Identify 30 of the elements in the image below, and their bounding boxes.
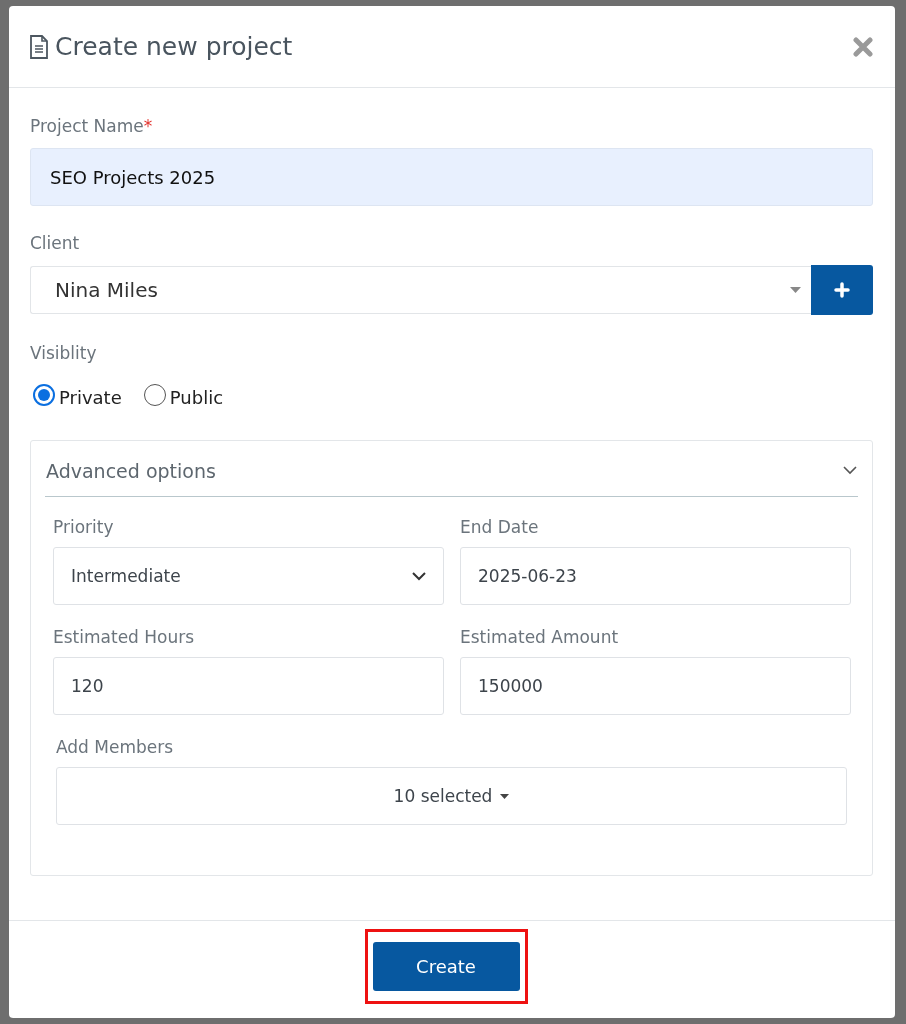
add-client-button[interactable] [811,265,873,315]
input-field[interactable]: 150000 [460,657,851,715]
field-label: Visiblity [30,343,98,363]
input-field[interactable]: 2025-06-23 [460,547,851,605]
field-label: Estimated Hours [53,627,196,647]
advanced-options-toggle[interactable]: Advanced options [46,459,843,482]
field-label: Estimated Amount [460,627,620,647]
field-label: Priority [53,517,115,537]
priority-select[interactable]: Intermediate [53,547,444,605]
close-icon[interactable] [853,36,873,57]
chevron-icon[interactable] [843,466,857,475]
radio-button[interactable] [33,383,55,406]
radio-label[interactable]: Public [169,387,224,408]
dialog-title: Create new project [55,32,294,61]
field-label: Add Members [56,737,175,757]
field-label: Project Name* [30,116,154,136]
radio-label[interactable]: Private [59,387,122,408]
project-name-input[interactable]: SEO Projects 2025 [30,148,873,206]
members-dropdown[interactable]: 10 selected [56,767,847,825]
chevron-down-icon [412,571,426,581]
caret-down-icon [790,287,801,293]
create-button[interactable]: Create [372,942,520,991]
client-select[interactable]: Nina Miles [30,266,811,314]
caret-down-icon [500,793,510,799]
radio-button[interactable] [143,383,166,406]
field-label: End Date [460,517,540,537]
input-field[interactable]: 120 [53,657,444,715]
document-icon [29,34,49,59]
field-label: Client [30,233,81,253]
plus-icon [834,282,850,298]
